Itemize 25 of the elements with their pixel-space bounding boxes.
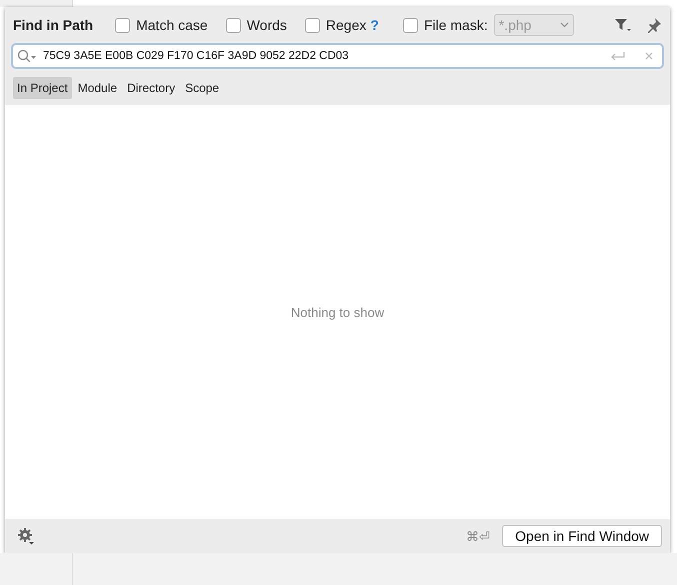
help-link[interactable]: ?	[370, 17, 379, 33]
search-icon[interactable]	[17, 49, 37, 63]
checkbox[interactable]	[115, 18, 130, 32]
filter-icon[interactable]	[614, 17, 632, 33]
checkbox-label[interactable]: File mask:	[424, 17, 488, 33]
checkbox[interactable]	[226, 18, 241, 32]
checkbox-label[interactable]: Match case	[136, 17, 208, 33]
settings-icon[interactable]	[17, 527, 35, 545]
scope-tab[interactable]: Module	[74, 77, 122, 99]
empty-message: Nothing to show	[290, 304, 384, 320]
open-in-find-window-button[interactable]: Open in Find Window	[502, 525, 662, 547]
chevron-down-icon[interactable]	[560, 22, 569, 28]
search-field[interactable]: 75C9 3A5E E00B C029 F170 C16F 3A9D 9052 22D2 CD03	[11, 43, 664, 69]
checkbox-label[interactable]: Regex	[326, 17, 366, 33]
close-icon[interactable]	[644, 51, 654, 61]
shortcut-hint: ⌘⏎	[466, 528, 490, 544]
scope-tab[interactable]: Directory	[123, 77, 180, 99]
dialog-title: Find in Path	[13, 17, 94, 33]
checkbox[interactable]	[402, 18, 418, 32]
scope-tab[interactable]: Scope	[181, 77, 224, 99]
scope-tab[interactable]: In Project	[13, 77, 72, 99]
checkbox-label[interactable]: Words	[246, 17, 287, 33]
checkbox[interactable]	[304, 18, 320, 32]
pin-icon[interactable]	[646, 17, 662, 33]
enter-icon[interactable]	[610, 51, 626, 61]
